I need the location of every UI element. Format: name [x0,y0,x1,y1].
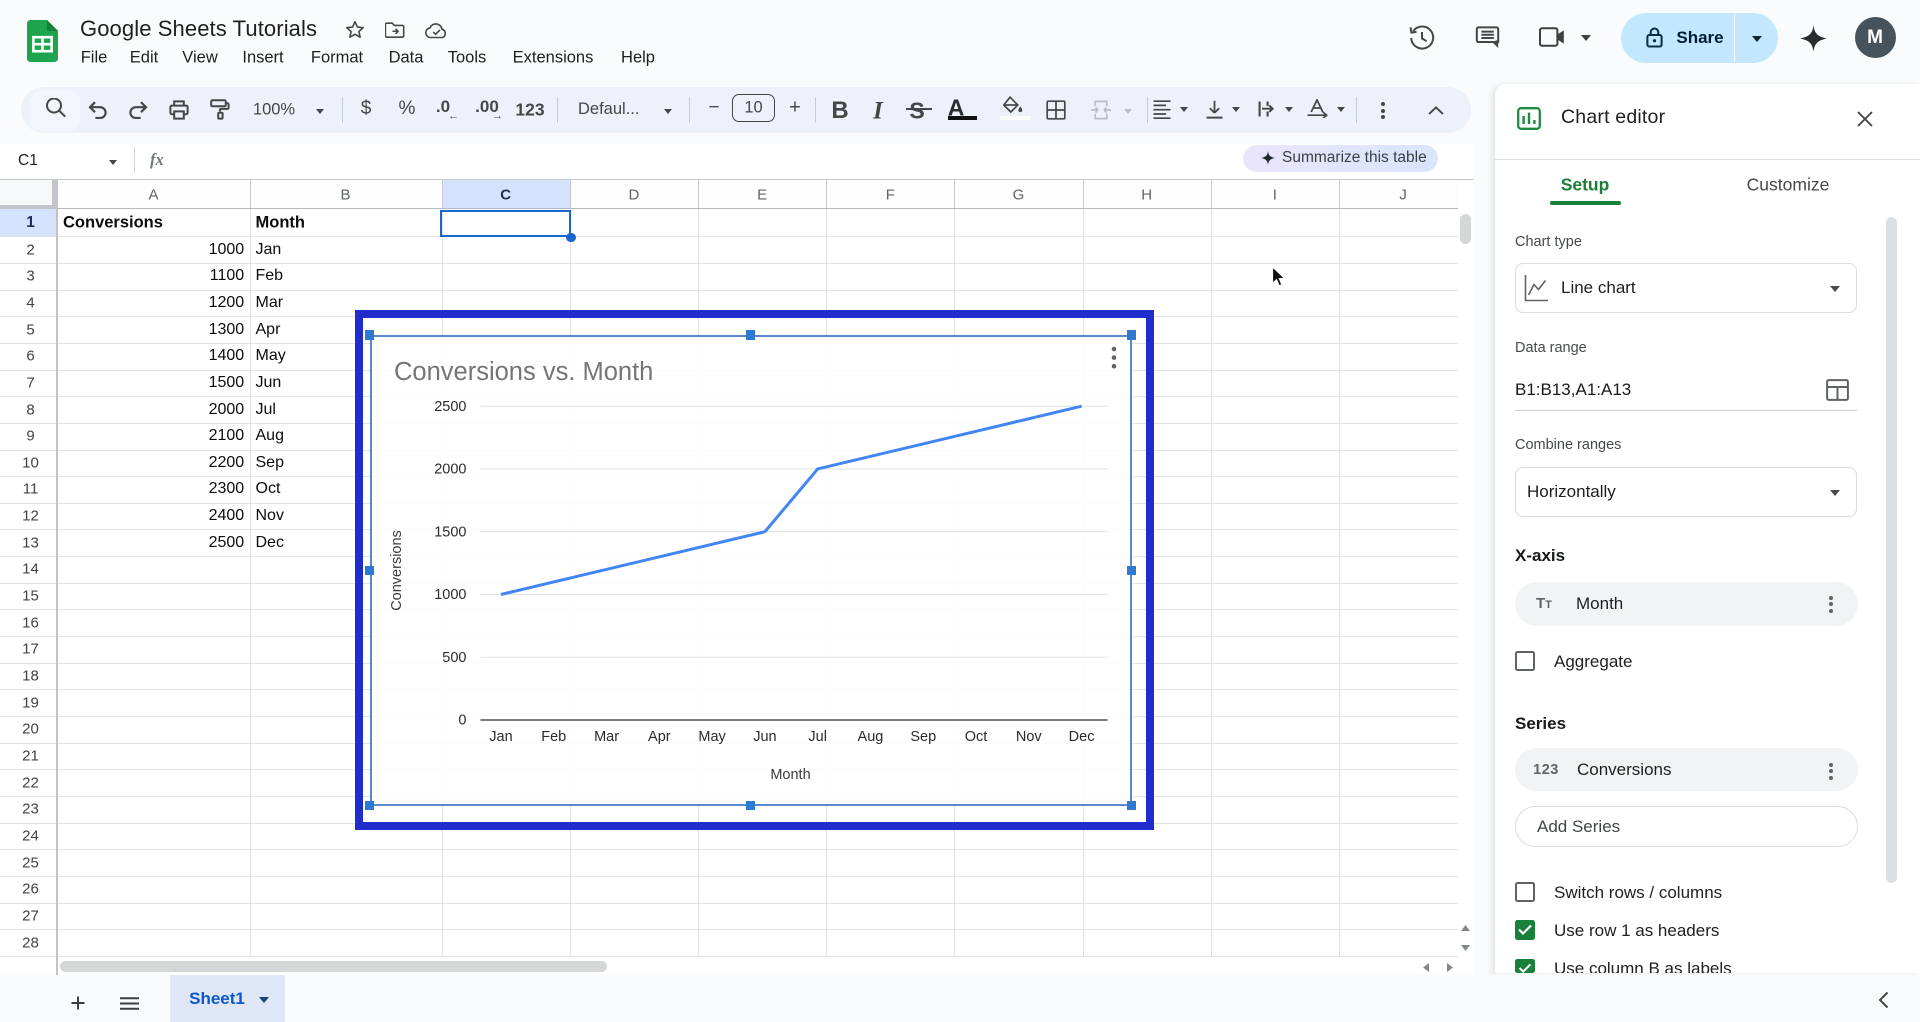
svg-text:Jun: Jun [753,729,776,745]
svg-text:Oct: Oct [964,729,987,745]
svg-text:Aug: Aug [857,729,883,745]
svg-text:2500: 2500 [434,399,466,415]
svg-text:1500: 1500 [434,524,466,540]
svg-text:Conversions: Conversions [389,530,405,611]
svg-text:2000: 2000 [434,462,466,478]
svg-text:Month: Month [770,767,810,783]
svg-text:Feb: Feb [541,729,566,745]
svg-text:0: 0 [458,713,466,729]
svg-text:Jul: Jul [808,729,827,745]
svg-text:Sep: Sep [910,729,936,745]
svg-text:Conversions vs. Month: Conversions vs. Month [394,358,653,386]
svg-text:Mar: Mar [594,729,619,745]
svg-text:May: May [698,729,726,745]
svg-text:Dec: Dec [1068,729,1094,745]
svg-text:Nov: Nov [1015,729,1042,745]
svg-text:Apr: Apr [648,729,671,745]
svg-text:Jan: Jan [489,729,512,745]
svg-text:500: 500 [442,650,466,666]
svg-text:1000: 1000 [434,587,466,603]
